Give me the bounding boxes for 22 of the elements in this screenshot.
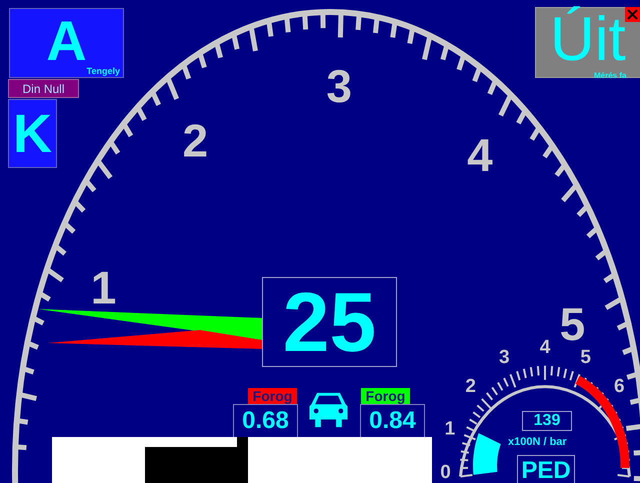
scale-label: 6 (614, 376, 625, 398)
pressure-value: 139 (522, 411, 572, 431)
scale-label: 5 (560, 298, 586, 350)
scale-label: 4 (540, 337, 550, 358)
speed-readout: 25 (262, 277, 397, 367)
din-null-button[interactable]: Din Null (8, 79, 79, 98)
car-icon (307, 391, 350, 429)
scale-label: 2 (465, 376, 476, 398)
indicator-label: Forog (248, 388, 297, 404)
scale-label: 3 (326, 60, 352, 112)
pedal-mode-label: PED (517, 455, 575, 483)
k-button[interactable]: K (8, 99, 57, 168)
close-icon[interactable] (625, 7, 640, 22)
indicator-label: Forog (361, 388, 410, 404)
pressure-unit: x100N / bar (508, 436, 567, 448)
scale-label: 2 (182, 114, 208, 166)
scale-label: 1 (90, 262, 116, 314)
scale-label: 3 (499, 347, 510, 368)
scale-label: 1 (444, 418, 456, 440)
scale-label: 0 (440, 462, 451, 483)
scale-label: 4 (467, 128, 493, 181)
scale-label: 5 (580, 347, 591, 368)
